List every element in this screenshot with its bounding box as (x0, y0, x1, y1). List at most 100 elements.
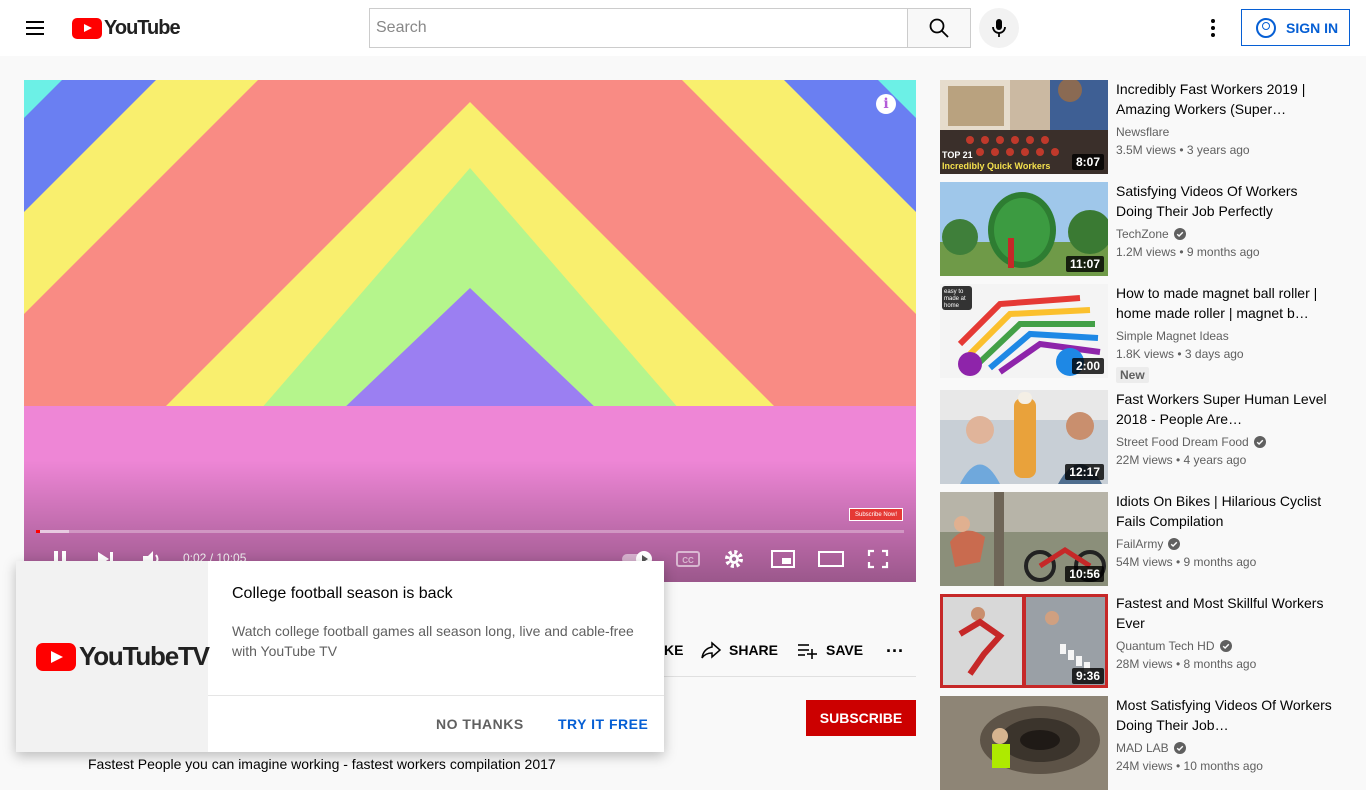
user-icon (1256, 17, 1276, 38)
channel-name-text: Street Food Dream Food (1116, 435, 1249, 449)
menu-icon[interactable] (24, 18, 48, 38)
video-thumbnail[interactable]: 12:17 (940, 390, 1108, 484)
video-meta: 28M views • 8 months ago (1116, 657, 1257, 671)
thumbnail-caption: TOP 21 (942, 150, 973, 160)
no-thanks-button[interactable]: NO THANKS (436, 709, 524, 739)
recommendation-item[interactable]: 9:36 Fastest and Most Skillful Workers E… (940, 594, 1350, 688)
video-meta: 1.2M views • 9 months ago (1116, 245, 1260, 259)
video-title[interactable]: Idiots On Bikes | Hilarious Cyclist Fail… (1116, 491, 1338, 531)
duration-badge: 9:36 (1071, 668, 1104, 684)
share-button[interactable]: SHARE (700, 637, 778, 663)
duration-badge: 11:07 (1065, 256, 1104, 272)
like-label-partial: KE (664, 642, 684, 658)
video-thumbnail[interactable]: 9:36 (940, 594, 1108, 688)
recommendation-item[interactable]: 12:17 Fast Workers Super Human Level 201… (940, 390, 1350, 484)
video-meta: 1.8K views • 3 days ago (1116, 347, 1244, 361)
voice-search-button[interactable] (979, 8, 1019, 48)
verified-badge-icon (1168, 538, 1181, 550)
info-icon[interactable]: i (876, 94, 896, 114)
channel-name[interactable]: MAD LAB (1116, 741, 1186, 755)
recommendation-item[interactable]: easy to made at home 2:00 How to made ma… (940, 283, 1350, 383)
channel-name[interactable]: Quantum Tech HD (1116, 639, 1232, 653)
search-button[interactable] (907, 8, 971, 48)
share-icon (701, 641, 722, 659)
promo-logo-panel: YouTubeTV (16, 561, 210, 752)
svg-text:home: home (944, 303, 960, 309)
channel-name[interactable]: Simple Magnet Ideas (1116, 329, 1229, 343)
video-thumbnail[interactable]: 10:56 (940, 492, 1108, 586)
svg-text:made at: made at (944, 296, 966, 302)
subscribe-now-badge[interactable]: Subscribe Now! (849, 508, 903, 521)
divider (664, 676, 916, 677)
progress-bar[interactable] (36, 530, 904, 533)
youtube-tv-play-icon (36, 642, 76, 671)
channel-name-text: Newsflare (1116, 125, 1170, 139)
video-title[interactable]: How to made magnet ball roller | home ma… (1116, 283, 1338, 323)
share-label: SHARE (729, 642, 779, 658)
logo-text: YouTube (104, 16, 181, 39)
video-thumbnail[interactable]: 11:07 (940, 182, 1108, 276)
svg-text:Incredibly Quick Workers: Incredibly Quick Workers (942, 161, 1050, 171)
channel-name[interactable]: Newsflare (1116, 125, 1169, 139)
youtube-logo[interactable]: YouTube (72, 16, 181, 39)
microphone-icon (992, 19, 1006, 37)
channel-name-text: MAD LAB (1116, 741, 1169, 755)
sign-in-label: SIGN IN (1286, 19, 1339, 36)
channel-name[interactable]: Street Food Dream Food (1116, 435, 1266, 449)
duration-badge: 8:07 (1071, 154, 1104, 170)
video-meta: 24M views • 10 months ago (1116, 759, 1263, 773)
youtube-play-icon (72, 17, 102, 39)
video-title[interactable]: Incredibly Fast Workers 2019 | Amazing W… (1116, 79, 1338, 119)
video-thumbnail[interactable]: easy to made at home 2:00 (940, 284, 1108, 378)
video-meta: 22M views • 4 years ago (1116, 453, 1247, 467)
search-input[interactable] (376, 9, 901, 47)
sign-in-button[interactable]: SIGN IN (1241, 9, 1350, 46)
new-badge: New (1116, 367, 1149, 383)
video-player[interactable]: i Subscribe Now! 0:02 / 10:05 CC (24, 80, 916, 582)
verified-badge-icon (1173, 742, 1186, 754)
save-playlist-icon (798, 644, 817, 659)
miniplayer-icon[interactable] (770, 548, 798, 570)
video-title[interactable]: Fastest and Most Skillful Workers Ever (1116, 593, 1338, 633)
recommendation-item[interactable]: 11:07 Satisfying Videos Of Workers Doing… (940, 182, 1350, 276)
recommendation-item[interactable]: TOP 21 Incredibly Quick Workers 8:07 Inc… (940, 80, 1350, 174)
promo-title: College football season is back (232, 585, 453, 602)
video-thumbnail[interactable] (940, 696, 1108, 790)
fullscreen-icon[interactable] (866, 548, 894, 570)
youtube-tv-logo: YouTubeTV (36, 641, 210, 672)
progress-loaded (36, 530, 69, 533)
video-title[interactable]: Most Satisfying Videos Of Workers Doing … (1116, 695, 1338, 735)
subscribe-button[interactable]: SUBSCRIBE (806, 700, 916, 736)
search-box (369, 8, 908, 48)
youtube-tv-logo-text: YouTubeTV (79, 641, 210, 671)
svg-text:CC: CC (682, 556, 694, 565)
video-title[interactable]: Satisfying Videos Of Workers Doing Their… (1116, 181, 1338, 221)
video-thumbnail[interactable]: TOP 21 Incredibly Quick Workers 8:07 (940, 80, 1108, 174)
channel-name-text: FailArmy (1116, 537, 1164, 551)
duration-badge: 12:17 (1065, 464, 1104, 480)
recommendation-item[interactable]: Most Satisfying Videos Of Workers Doing … (940, 696, 1350, 790)
try-it-free-button[interactable]: TRY IT FREE (558, 709, 648, 739)
channel-name[interactable]: FailArmy (1116, 537, 1181, 551)
recommendation-item[interactable]: 10:56 Idiots On Bikes | Hilarious Cyclis… (940, 492, 1350, 586)
video-meta: 3.5M views • 3 years ago (1116, 143, 1250, 157)
captions-icon[interactable]: CC (674, 548, 702, 570)
like-button[interactable]: KE (664, 637, 683, 663)
settings-gear-icon[interactable] (722, 548, 750, 570)
verified-badge-icon (1173, 228, 1186, 240)
duration-badge: 2:00 (1071, 358, 1104, 374)
video-description: Fastest People you can imagine working -… (88, 756, 556, 772)
save-button[interactable]: SAVE (797, 637, 863, 663)
theater-mode-icon[interactable] (818, 548, 846, 570)
promo-divider (208, 695, 664, 696)
video-frame (24, 80, 916, 582)
thumbnail-caption: easy to (944, 289, 964, 295)
more-actions-icon[interactable]: ... (886, 633, 904, 659)
search-icon (929, 18, 949, 38)
settings-more-icon[interactable] (1200, 16, 1226, 42)
channel-name[interactable]: TechZone (1116, 227, 1186, 241)
duration-badge: 10:56 (1065, 566, 1104, 582)
verified-badge-icon (1253, 436, 1266, 448)
video-title[interactable]: Fast Workers Super Human Level 2018 - Pe… (1116, 389, 1338, 429)
channel-name-text: Simple Magnet Ideas (1116, 329, 1229, 343)
